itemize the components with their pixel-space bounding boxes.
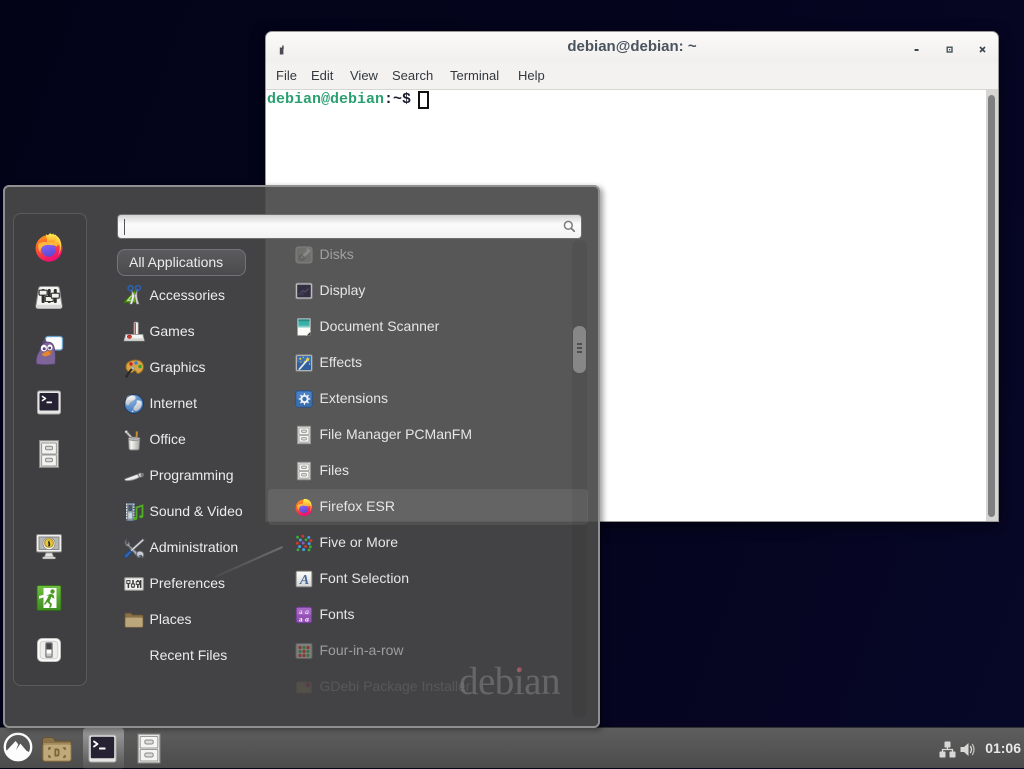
svg-text:A: A — [299, 573, 309, 588]
svg-text:a: a — [299, 614, 303, 623]
svg-text:a: a — [305, 614, 309, 623]
